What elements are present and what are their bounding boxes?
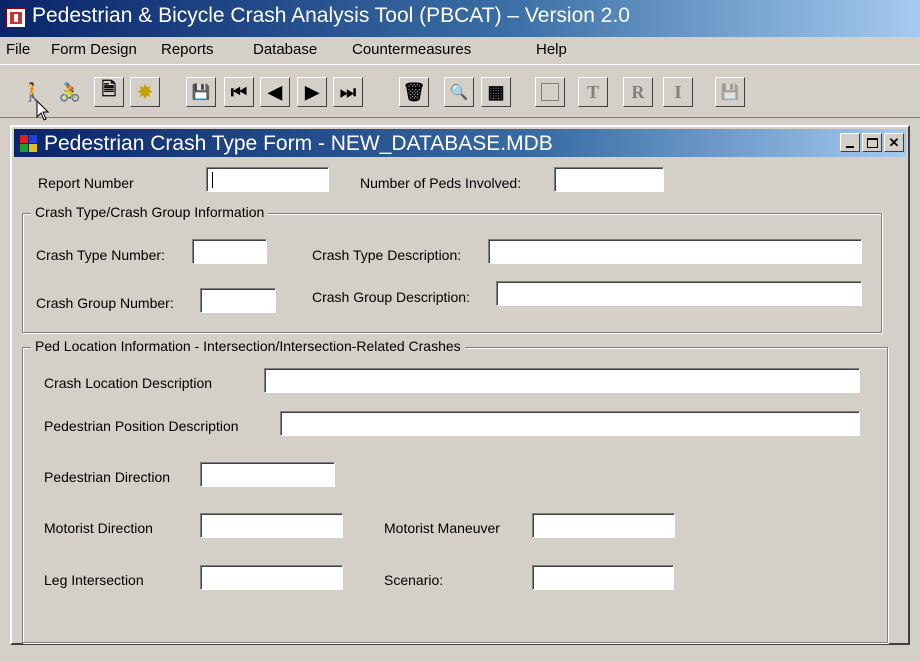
bicycle-button[interactable]: 🚴 [55,77,85,107]
first-record-icon: ⏮ [230,81,248,102]
pedestrian-direction-field[interactable] [200,462,335,487]
form-window-icon [20,135,38,153]
save-icon: 💾 [191,84,211,101]
motorist-direction-field[interactable] [200,513,343,538]
report-number-label: Report Number [38,175,134,191]
motorist-direction-label: Motorist Direction [44,520,153,536]
maximize-icon [866,137,878,148]
delete-button[interactable]: 🗑 [399,77,429,107]
pedestrian-position-field[interactable] [280,411,860,436]
num-peds-label: Number of Peds Involved: [360,175,522,191]
crash-type-number-label: Crash Type Number: [36,247,165,263]
crash-type-description-label: Crash Type Description: [312,247,462,263]
next-record-icon: ▶ [305,81,319,102]
report-number-field[interactable] [206,167,329,192]
pedestrian-position-label: Pedestrian Position Description [44,418,239,434]
crash-group-description-field[interactable] [496,281,862,306]
form-title: Pedestrian Crash Type Form - NEW_DATABAS… [44,132,553,155]
blank-button[interactable] [535,77,565,107]
crash-type-group-legend: Crash Type/Crash Group Information [31,204,269,220]
ped-location-group-legend: Ped Location Information - Intersection/… [31,338,465,354]
first-record-button[interactable]: ⏮ [224,77,254,107]
text-i-icon: I [674,81,682,102]
minimize-button[interactable] [840,133,860,152]
save-disabled-icon: 💾 [720,84,740,101]
delete-icon: 🗑 [402,81,426,102]
mouse-pointer-icon [36,100,50,121]
bicycle-icon: 🚴 [58,81,82,102]
text-r-button[interactable]: R [623,77,653,107]
crash-location-field[interactable] [264,368,860,393]
new-record-icon: ✸ [137,81,153,102]
motorist-maneuver-field[interactable] [532,513,675,538]
scenario-field[interactable] [532,565,674,590]
pedestrian-crash-type-form-window: Pedestrian Crash Type Form - NEW_DATABAS… [10,125,910,645]
blank-icon [541,83,559,101]
save-disabled-button[interactable]: 💾 [715,77,745,107]
form-title-bar[interactable]: Pedestrian Crash Type Form - NEW_DATABAS… [14,129,906,157]
menu-reports[interactable]: Reports [161,41,214,58]
search-icon: 🔍 [449,84,469,101]
menu-countermeasures[interactable]: Countermeasures [352,41,471,58]
properties-icon: 🗎 [101,79,117,99]
previous-record-button[interactable]: ◀ [260,77,290,107]
crash-type-number-field[interactable] [192,239,267,264]
app-title-bar: Pedestrian & Bicycle Crash Analysis Tool… [0,0,920,37]
motorist-maneuver-label: Motorist Maneuver [384,520,500,536]
num-peds-field[interactable] [554,167,664,192]
menu-form-design[interactable]: Form Design [51,41,137,58]
close-button[interactable]: ✕ [884,133,904,152]
text-r-icon: R [631,81,645,102]
save-button[interactable]: 💾 [186,77,216,107]
pbcat-app-icon[interactable] [6,8,26,28]
crash-type-group: Crash Type/Crash Group Information [22,204,882,333]
last-record-button[interactable]: ⏭ [333,77,363,107]
toolbar: 🚶 🚴 🗎 ✸ 💾 ⏮ ◀ ▶ ⏭ 🗑 🔍 ▦ T R I 💾 [0,64,920,118]
minimize-icon [846,145,854,148]
properties-button[interactable]: 🗎 [94,77,124,107]
crash-location-label: Crash Location Description [44,375,213,391]
crash-group-number-field[interactable] [200,288,276,313]
app-title: Pedestrian & Bicycle Crash Analysis Tool… [32,4,630,27]
new-record-button[interactable]: ✸ [130,77,160,107]
menu-help[interactable]: Help [536,41,567,58]
pedestrian-direction-label: Pedestrian Direction [44,469,171,485]
crash-group-number-label: Crash Group Number: [36,295,174,311]
search-button[interactable]: 🔍 [444,77,474,107]
text-caret [212,172,213,188]
calculator-button[interactable]: ▦ [481,77,511,107]
previous-record-icon: ◀ [268,81,282,102]
maximize-button[interactable] [862,133,882,152]
form-body: Report Number Number of Peds Involved: C… [12,159,908,643]
scenario-label: Scenario: [384,572,444,588]
close-icon: ✕ [888,135,900,150]
calculator-icon: ▦ [487,81,505,102]
next-record-button[interactable]: ▶ [297,77,327,107]
text-i-button[interactable]: I [663,77,693,107]
leg-intersection-label: Leg Intersection [44,572,144,588]
text-t-icon: T [586,81,599,102]
menu-database[interactable]: Database [253,41,317,58]
leg-intersection-field[interactable] [200,565,343,590]
menu-bar: File Form Design Reports Database Counte… [0,37,920,61]
last-record-icon: ⏭ [339,81,357,102]
crash-group-description-label: Crash Group Description: [312,289,470,305]
menu-file[interactable]: File [6,41,30,58]
crash-type-description-field[interactable] [488,239,862,264]
text-t-button[interactable]: T [578,77,608,107]
